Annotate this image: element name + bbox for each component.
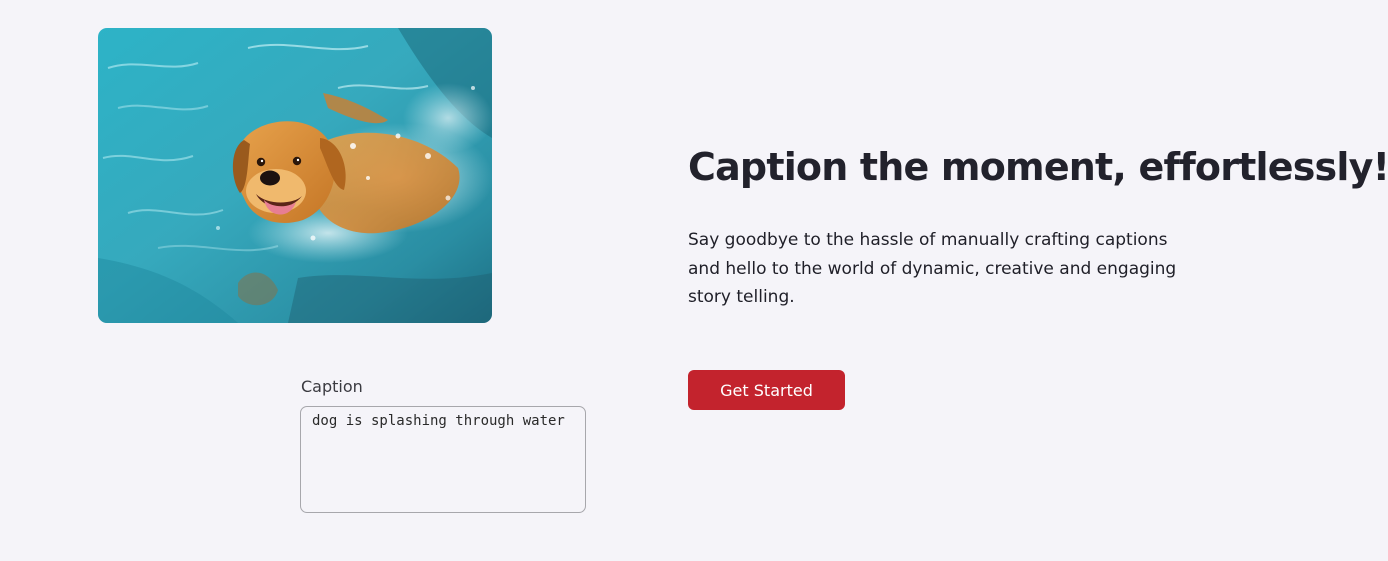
caption-textarea[interactable]: dog is splashing through water [300,406,586,513]
hero-title: Caption the moment, effortlessly! [688,145,1388,189]
get-started-button[interactable]: Get Started [688,370,845,410]
uploaded-photo [98,28,492,323]
hero-subtitle: Say goodbye to the hassle of manually cr… [688,230,1177,307]
caption-label: Caption [301,377,363,396]
